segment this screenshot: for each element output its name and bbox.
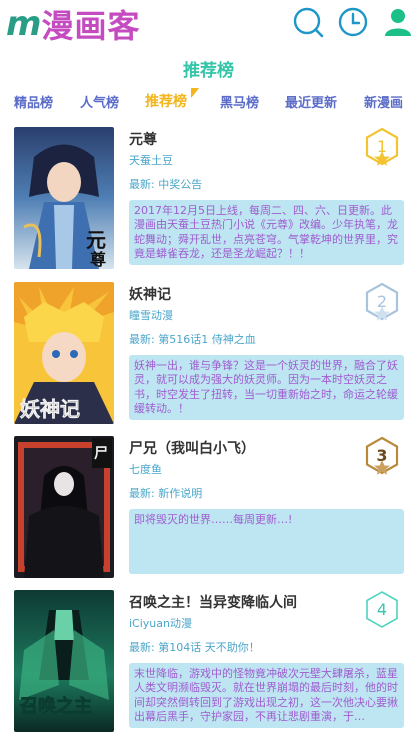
tab-xin[interactable]: 新漫画 <box>364 92 403 111</box>
comic-description: 妖神一出，谁与争锋？这是一个妖灵的世界，融合了妖灵，就可以成为强大的妖灵师。因为… <box>129 355 404 420</box>
comic-title[interactable]: 尸兄（我叫白小飞） <box>129 438 255 458</box>
user-icon[interactable] <box>382 6 414 38</box>
app-logo[interactable]: m 漫画客 <box>6 4 141 45</box>
cover-logo: 妖神记 <box>20 397 80 421</box>
latest-chapter[interactable]: 最新: 第104话 天不助你！ <box>129 639 260 655</box>
rank-tabs: 精品榜 人气榜 推荐榜 黑马榜 最近更新 新漫画 <box>0 92 417 114</box>
rank-badge: 3 <box>365 436 399 475</box>
page-title: 推荐榜 <box>183 61 234 81</box>
latest-label: 最新: <box>129 178 159 191</box>
cover-image[interactable]: 元 尊 <box>14 127 114 269</box>
latest-chapter-title: 中奖公告 <box>158 178 203 191</box>
tab-zuijin[interactable]: 最近更新 <box>285 92 337 111</box>
tab-tuijian[interactable]: 推荐榜 <box>145 91 187 111</box>
latest-chapter-title: 第516话1 侍神之血 <box>158 333 256 346</box>
cover-image[interactable]: 尸 <box>14 436 114 578</box>
active-tab-flag-icon <box>191 88 199 98</box>
comic-author: iCiyuan动漫 <box>129 617 192 630</box>
list-item[interactable]: 妖神记 妖神记 瞳雪动漫 最新: 第516话1 侍神之血 妖神一出，谁与争锋？这… <box>0 282 417 428</box>
svg-text:尊: 尊 <box>90 250 106 269</box>
cover-logo: 尸 <box>94 446 108 462</box>
comic-title[interactable]: 元尊 <box>129 129 157 149</box>
latest-chapter-title: 第104话 天不助你！ <box>158 641 260 654</box>
latest-chapter[interactable]: 最新: 中奖公告 <box>129 176 202 192</box>
logo-m: m <box>6 4 41 44</box>
rank-number: 4 <box>377 600 387 619</box>
comic-description: 即将毁灭的世界……每周更新…! <box>129 509 404 574</box>
tab-renqi[interactable]: 人气榜 <box>80 92 119 111</box>
rank-badge: 1 <box>365 127 399 166</box>
clock-icon[interactable] <box>337 6 369 38</box>
comic-title[interactable]: 召唤之主！当异变降临人间 <box>129 592 297 612</box>
app-header: m 漫画客 <box>0 0 417 48</box>
list-item[interactable]: 召唤之主 召唤之主！当异变降临人间 iCiyuan动漫 最新: 第104话 天不… <box>0 590 417 736</box>
latest-label: 最新: <box>129 487 159 500</box>
tab-heima[interactable]: 黑马榜 <box>220 92 259 111</box>
comic-description: 2017年12月5日上线，每周二、四、六、日更新。此漫画由天蚕土豆热门小说《元尊… <box>129 200 404 265</box>
rank-badge: 4 <box>366 591 398 628</box>
cover-logo: 召唤之主 <box>20 695 92 717</box>
search-icon[interactable] <box>292 6 324 38</box>
comic-author: 瞳雪动漫 <box>129 309 173 322</box>
cover-image[interactable]: 召唤之主 <box>14 590 114 732</box>
rank-badge: 2 <box>365 282 399 321</box>
latest-label: 最新: <box>129 333 159 346</box>
comic-author: 天蚕土豆 <box>129 154 173 167</box>
latest-chapter[interactable]: 最新: 新作说明 <box>129 485 202 501</box>
comic-author: 七度鱼 <box>129 463 162 476</box>
cover-logo: 元 <box>86 228 106 252</box>
comic-description: 末世降临，游戏中的怪物竟冲破次元壁大肆屠杀，蓝星人类文明濒临毁灭。就在世界崩塌的… <box>129 663 404 728</box>
latest-chapter[interactable]: 最新: 第516话1 侍神之血 <box>129 331 256 347</box>
cover-image[interactable]: 妖神记 <box>14 282 114 424</box>
list-item[interactable]: 元 尊 元尊 天蚕土豆 最新: 中奖公告 2017年12月5日上线，每周二、四、… <box>0 127 417 273</box>
tab-jingpin[interactable]: 精品榜 <box>14 92 53 111</box>
list-item[interactable]: 尸 尸兄（我叫白小飞） 七度鱼 最新: 新作说明 即将毁灭的世界……每周更新…!… <box>0 436 417 582</box>
logo-text: 漫画客 <box>41 7 141 45</box>
latest-chapter-title: 新作说明 <box>158 487 203 500</box>
latest-label: 最新: <box>129 641 159 654</box>
comic-title[interactable]: 妖神记 <box>129 284 171 304</box>
